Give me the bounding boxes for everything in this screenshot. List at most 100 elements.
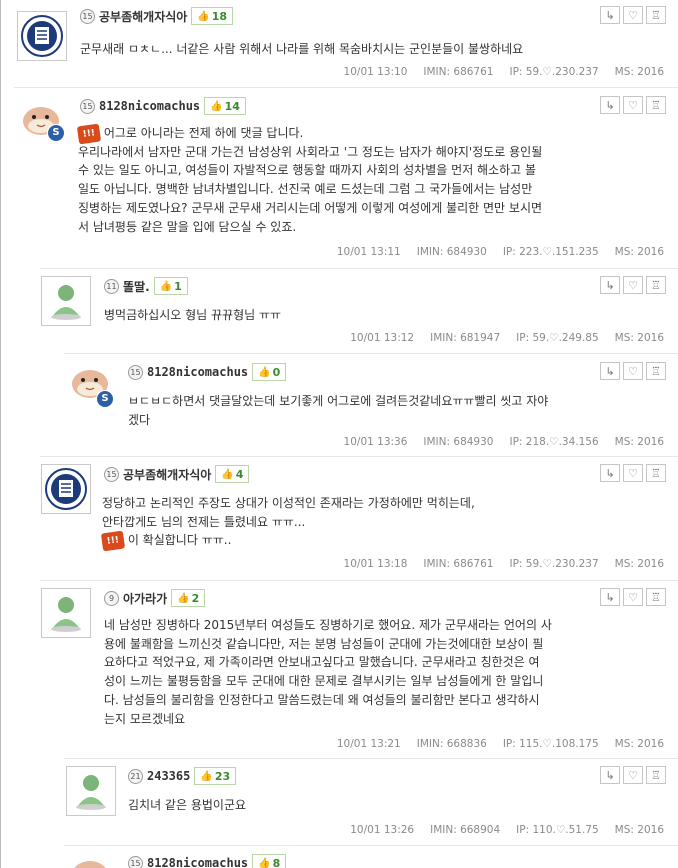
level-badge: 15 (80, 98, 95, 114)
comment-date: 10/01 13:21 (336, 738, 401, 750)
nickname[interactable]: 8128nicomachus (147, 365, 248, 379)
comment-ms: MS: 2016 (614, 66, 664, 78)
comment-meta: 10/01 13:21 IMIN: 668836 IP: 115.♡.108.175… (321, 738, 664, 750)
comment-actions: ↳ ♡ ♖ (600, 362, 666, 380)
heart-icon[interactable]: ♡ (623, 96, 643, 114)
comment-ms: MS: 2016 (614, 558, 664, 570)
divider (64, 845, 678, 846)
s-badge: S (96, 390, 114, 408)
comment-imin: IMIN: 668904 (430, 824, 501, 836)
comment-header: 15 공부좀해개자식아 👍 18 (80, 6, 234, 26)
level-badge: 15 (104, 466, 119, 482)
like-count: 👍 14 (204, 97, 246, 115)
comment-ms: MS: 2016 (614, 246, 664, 258)
comment-text: 군무새래 ㅁㅊㄴ... 너같은 사람 위해서 나라를 위해 목숨바치시는 군인분… (80, 42, 524, 56)
avatar[interactable] (17, 11, 67, 61)
comment-ip: IP: 59.♡.249.85 (516, 332, 599, 344)
heart-icon[interactable]: ♡ (623, 6, 643, 24)
siren-icon[interactable]: ♖ (646, 362, 666, 380)
reply-icon[interactable]: ↳ (600, 362, 620, 380)
comment-text: 네 남성만 징병하다 2015년부터 여성들도 징병하기로 했어요. 제가 군무… (104, 618, 552, 726)
siren-icon[interactable]: ♖ (646, 276, 666, 294)
avatar[interactable] (66, 766, 116, 816)
nickname[interactable]: 공부좀해개자식아 (123, 466, 211, 483)
nickname[interactable]: 똘딸. (123, 278, 150, 295)
avatar[interactable] (41, 464, 91, 514)
heart-icon[interactable]: ♡ (623, 276, 643, 294)
thumbs-up-icon: 👍 (159, 280, 173, 292)
thumbs-up-icon: 👍 (258, 857, 271, 868)
comment-ip: IP: 59.♡.230.237 (509, 66, 599, 78)
level-badge: 15 (128, 364, 143, 380)
thumbs-up-icon: 👍 (200, 770, 213, 782)
default-user-icon (42, 277, 90, 325)
nickname[interactable]: 아가라가 (123, 590, 167, 607)
siren-icon[interactable]: ♖ (646, 766, 666, 784)
comment-actions: ↳ ♡ ♖ (600, 464, 666, 482)
comment-item: S 15 8128nicomachus 👍 0 ↳ ♡ ♖ ㅂㄷㅂㄷ하면서 댓글달… (0, 362, 678, 462)
comment-item: 21 243365 👍 23 ↳ ♡ ♖ 김치녀 같은 용법이군요 10/01 1… (0, 766, 678, 842)
comment-text: 김치녀 같은 용법이군요 (128, 798, 247, 812)
avatar[interactable] (41, 588, 91, 638)
comment-item: 9 아가라가 👍 2 ↳ ♡ ♖ 네 남성만 징병하다 2015년부터 여성들도 … (0, 588, 678, 758)
comment-meta: 10/01 13:18 IMIN: 686761 IP: 59.♡.230.237 M… (328, 558, 664, 570)
comment-meta: 10/01 13:12 IMIN: 681947 IP: 59.♡.249.85 MS… (334, 332, 664, 344)
like-count: 👍 23 (194, 767, 237, 785)
comment-ms: MS: 2016 (614, 824, 664, 836)
heart-icon[interactable]: ♡ (623, 766, 643, 784)
comment-date: 10/01 13:26 (350, 824, 415, 836)
comment-imin: IMIN: 681947 (430, 332, 501, 344)
nickname[interactable]: 8128nicomachus (99, 99, 200, 113)
comment-meta: 10/01 13:26 IMIN: 668904 IP: 110.♡.51.75 MS… (334, 824, 664, 836)
warning-badge-icon: !!! (100, 530, 126, 552)
comment-meta: 10/01 13:11 IMIN: 684930 IP: 223.♡.151.235… (321, 246, 664, 258)
comment-text: ㅂㄷㅂㄷ하면서 댓글달았는데 보기좋게 어그로에 걸려든것같네요ㅠㅠ빨리 씻고 … (128, 394, 549, 427)
nickname[interactable]: 공부좀해개자식아 (99, 8, 187, 25)
reply-icon[interactable]: ↳ (600, 96, 620, 114)
comment-text: 정당하고 논리적인 주장도 상대가 이성적인 존재라는 가정하에만 먹히는데, … (100, 494, 602, 552)
comment-item: S 15 8128nicomachus 👍 14 ↳ ♡ ♖ !!! 어그로 아니… (0, 96, 678, 266)
comment-imin: IMIN: 684930 (423, 436, 494, 448)
comment-ms: MS: 2016 (614, 738, 664, 750)
level-badge: 15 (128, 855, 143, 868)
siren-icon[interactable]: ♖ (646, 96, 666, 114)
level-badge: 21 (128, 768, 143, 784)
comment-text: !!! 어그로 아니라는 전제 하에 댓글 답니다. 우리나라에서 남자만 군대… (76, 123, 598, 236)
university-emblem-icon (42, 465, 90, 513)
default-user-icon (67, 767, 115, 815)
comment-date: 10/01 13:36 (343, 436, 408, 448)
comment-imin: IMIN: 668836 (416, 738, 487, 750)
comment-meta: 10/01 13:36 IMIN: 684930 IP: 218.♡.34.156 M… (328, 436, 664, 448)
avatar[interactable] (41, 276, 91, 326)
comment-date: 10/01 13:11 (336, 246, 401, 258)
divider (64, 758, 678, 759)
comment-item: 15 공부좀해개자식아 👍 4 ↳ ♡ ♖ 정당하고 논리적인 주장도 상대가 이… (0, 464, 678, 584)
siren-icon[interactable]: ♖ (646, 588, 666, 606)
s-badge: S (47, 124, 65, 142)
reply-icon[interactable]: ↳ (600, 276, 620, 294)
reply-icon[interactable]: ↳ (600, 6, 620, 24)
comment-header: 15 공부좀해개자식아 👍 4 (104, 464, 250, 484)
avatar[interactable] (66, 853, 116, 868)
comment-date: 10/01 13:10 (343, 66, 408, 78)
comment-actions: ↳ ♡ ♖ (600, 96, 666, 114)
reply-icon[interactable]: ↳ (600, 464, 620, 482)
comment-date: 10/01 13:12 (350, 332, 415, 344)
comment-actions: ↳ ♡ ♖ (600, 6, 666, 24)
heart-icon[interactable]: ♡ (623, 362, 643, 380)
reply-icon[interactable]: ↳ (600, 766, 620, 784)
divider (14, 87, 678, 88)
siren-icon[interactable]: ♖ (646, 6, 666, 24)
comment-text: 병먹금하십시오 형님 뀨뀨형님 ㅠㅠ (104, 308, 282, 322)
nickname[interactable]: 243365 (147, 769, 190, 783)
siren-icon[interactable]: ♖ (646, 464, 666, 482)
heart-icon[interactable]: ♡ (623, 464, 643, 482)
divider (64, 353, 678, 354)
nickname[interactable]: 8128nicomachus (147, 856, 248, 868)
heart-icon[interactable]: ♡ (623, 588, 643, 606)
thumbs-up-icon: 👍 (177, 592, 190, 604)
comment-ip: IP: 115.♡.108.175 (502, 738, 599, 750)
reply-icon[interactable]: ↳ (600, 588, 620, 606)
comment-ip: IP: 59.♡.230.237 (509, 558, 599, 570)
like-count: 👍 4 (215, 465, 250, 483)
